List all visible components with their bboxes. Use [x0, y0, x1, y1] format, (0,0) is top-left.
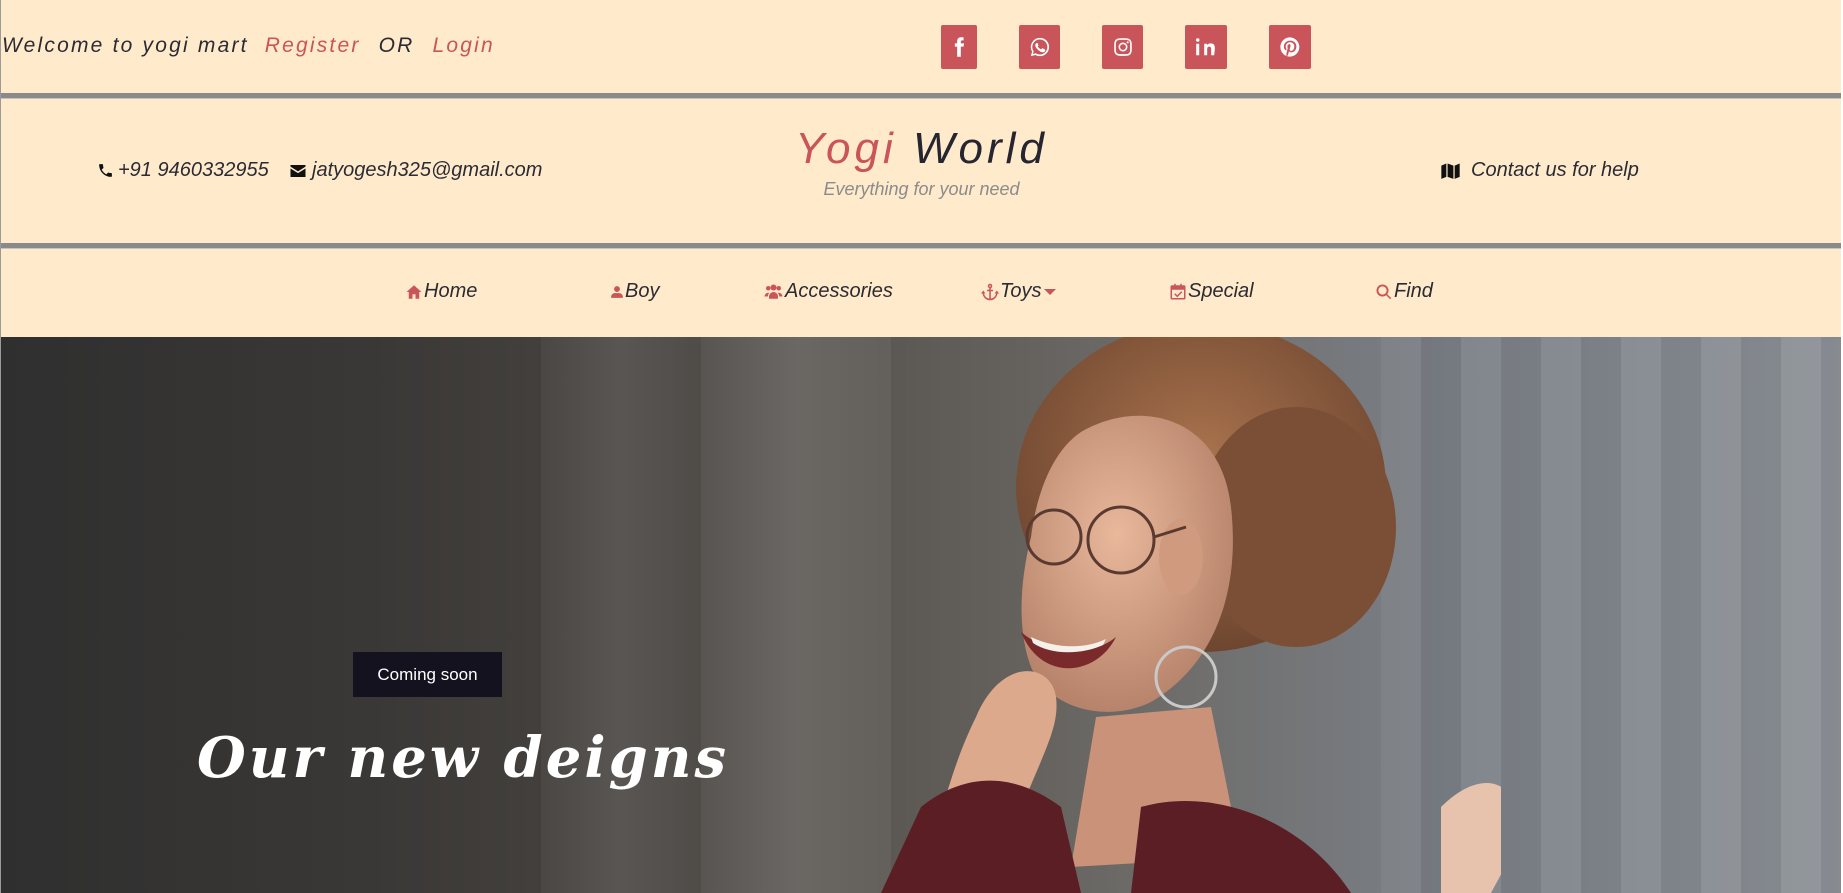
nav-item-label: Boy — [625, 280, 660, 302]
brand-second-word: World — [912, 124, 1048, 173]
register-link[interactable]: Register — [265, 34, 361, 57]
hero-background-pillar — [701, 337, 891, 893]
nav-item-special[interactable]: Special — [1169, 280, 1254, 303]
linkedin-icon — [1196, 38, 1215, 56]
header: +91 9460332955 jatyogesh325@gmail.com Yo… — [1, 99, 1841, 243]
anchor-icon — [981, 283, 999, 300]
or-text: OR — [378, 34, 415, 57]
linkedin-button[interactable] — [1185, 25, 1227, 69]
help-text: Contact us for help — [1471, 159, 1639, 181]
nav-item-label: Special — [1188, 280, 1254, 302]
home-icon — [406, 284, 422, 299]
hero-photo-woman — [881, 337, 1501, 893]
nav-item-boy[interactable]: Boy — [610, 280, 659, 303]
nav-item-label: Accessories — [785, 280, 893, 302]
nav-item-find[interactable]: Find — [1375, 280, 1433, 303]
top-bar: Welcome to yogi mart Register OR Login — [1, 0, 1841, 93]
hero-title: Our new deigns — [197, 725, 729, 791]
facebook-icon — [954, 37, 965, 57]
nav-item-toys[interactable]: Toys — [981, 280, 1056, 303]
nav-item-home[interactable]: Home — [405, 280, 477, 303]
whatsapp-button[interactable] — [1019, 25, 1060, 69]
whatsapp-icon — [1030, 37, 1049, 57]
nav-item-label: Home — [424, 280, 478, 302]
main-nav: Home Boy Accessories Toys Special Find — [1, 249, 1841, 337]
chevron-down-icon — [1043, 288, 1056, 295]
nav-item-label: Toys — [1000, 280, 1042, 302]
pinterest-icon — [1280, 37, 1300, 57]
welcome-text: Welcome to yogi mart — [2, 34, 249, 57]
instagram-button[interactable] — [1102, 25, 1143, 69]
map-icon — [1441, 163, 1460, 179]
brand-first-word: Yogi — [795, 124, 897, 173]
user-icon — [611, 285, 623, 298]
nav-item-accessories[interactable]: Accessories — [763, 280, 893, 303]
nav-item-label: Find — [1394, 280, 1433, 302]
brand-tagline: Everything for your need — [823, 179, 1020, 199]
facebook-button[interactable] — [941, 25, 977, 69]
contact-help[interactable]: Contact us for help — [1440, 159, 1639, 182]
users-icon — [764, 284, 783, 299]
hero-banner: Coming soon Our new deigns — [1, 337, 1841, 893]
coming-soon-badge[interactable]: Coming soon — [353, 652, 502, 697]
pinterest-button[interactable] — [1269, 25, 1311, 69]
page: Welcome to yogi mart Register OR Login +… — [0, 0, 1841, 893]
calendar-check-icon — [1170, 283, 1186, 299]
search-icon — [1376, 283, 1392, 299]
hero-background-pillar — [541, 337, 701, 893]
welcome-line: Welcome to yogi mart Register OR Login — [2, 34, 503, 58]
instagram-icon — [1113, 38, 1132, 56]
login-link[interactable]: Login — [433, 34, 495, 57]
